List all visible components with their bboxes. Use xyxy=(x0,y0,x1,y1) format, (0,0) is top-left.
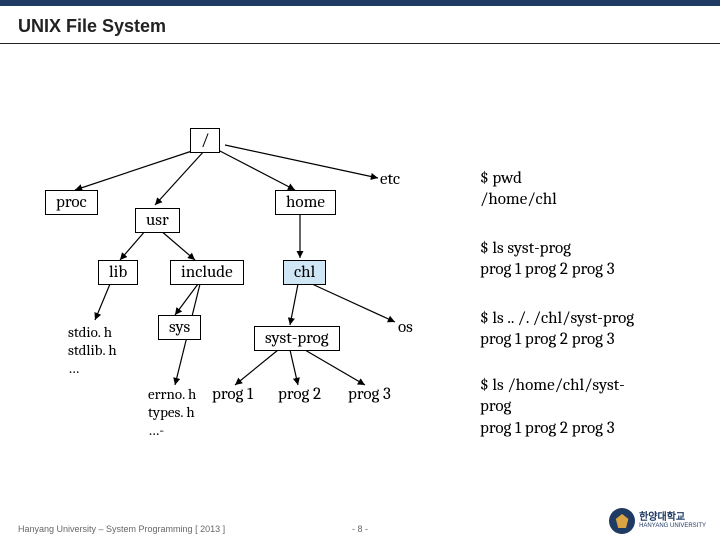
title-underline xyxy=(0,43,720,44)
node-stdio-list: stdio. h stdlib. h … xyxy=(68,323,117,377)
cmd-pwd: $ pwd /home/chl xyxy=(480,168,680,211)
node-root: / xyxy=(190,128,220,153)
node-sys: sys xyxy=(158,315,201,340)
node-usr: usr xyxy=(135,208,180,233)
node-syst-prog: syst-prog xyxy=(254,326,340,351)
node-errno-list: errno. h types. h …- xyxy=(148,385,196,439)
footer-text: Hanyang University – System Programming … xyxy=(18,524,225,534)
node-prog3: prog 3 xyxy=(348,385,391,404)
page-number: - 8 - xyxy=(352,524,368,534)
diagram-canvas: / proc usr home etc lib include chl stdi… xyxy=(0,50,720,510)
cmd-ls-dotdot: $ ls .. /. /chl/syst-prog prog 1 prog 2 … xyxy=(480,308,680,351)
node-etc: etc xyxy=(380,170,400,189)
node-os: os xyxy=(398,318,413,337)
lion-icon xyxy=(615,514,629,528)
logo-badge-icon xyxy=(609,508,635,534)
node-chl: chl xyxy=(283,260,326,285)
node-lib: lib xyxy=(98,260,138,285)
university-logo: 한양대학교 HANYANG UNIVERSITY xyxy=(609,508,706,534)
logo-subtext: HANYANG UNIVERSITY xyxy=(639,523,706,529)
slide-title: UNIX File System xyxy=(0,6,720,43)
node-prog1: prog 1 xyxy=(212,385,253,404)
logo-text: 한양대학교 xyxy=(639,513,706,523)
node-home: home xyxy=(275,190,336,215)
node-proc: proc xyxy=(45,190,98,215)
cmd-ls-relative: $ ls syst-prog prog 1 prog 2 prog 3 xyxy=(480,238,680,281)
cmd-ls-absolute: $ ls /home/chl/syst- prog prog 1 prog 2 … xyxy=(480,375,680,439)
node-prog2: prog 2 xyxy=(278,385,321,404)
node-include: include xyxy=(170,260,244,285)
